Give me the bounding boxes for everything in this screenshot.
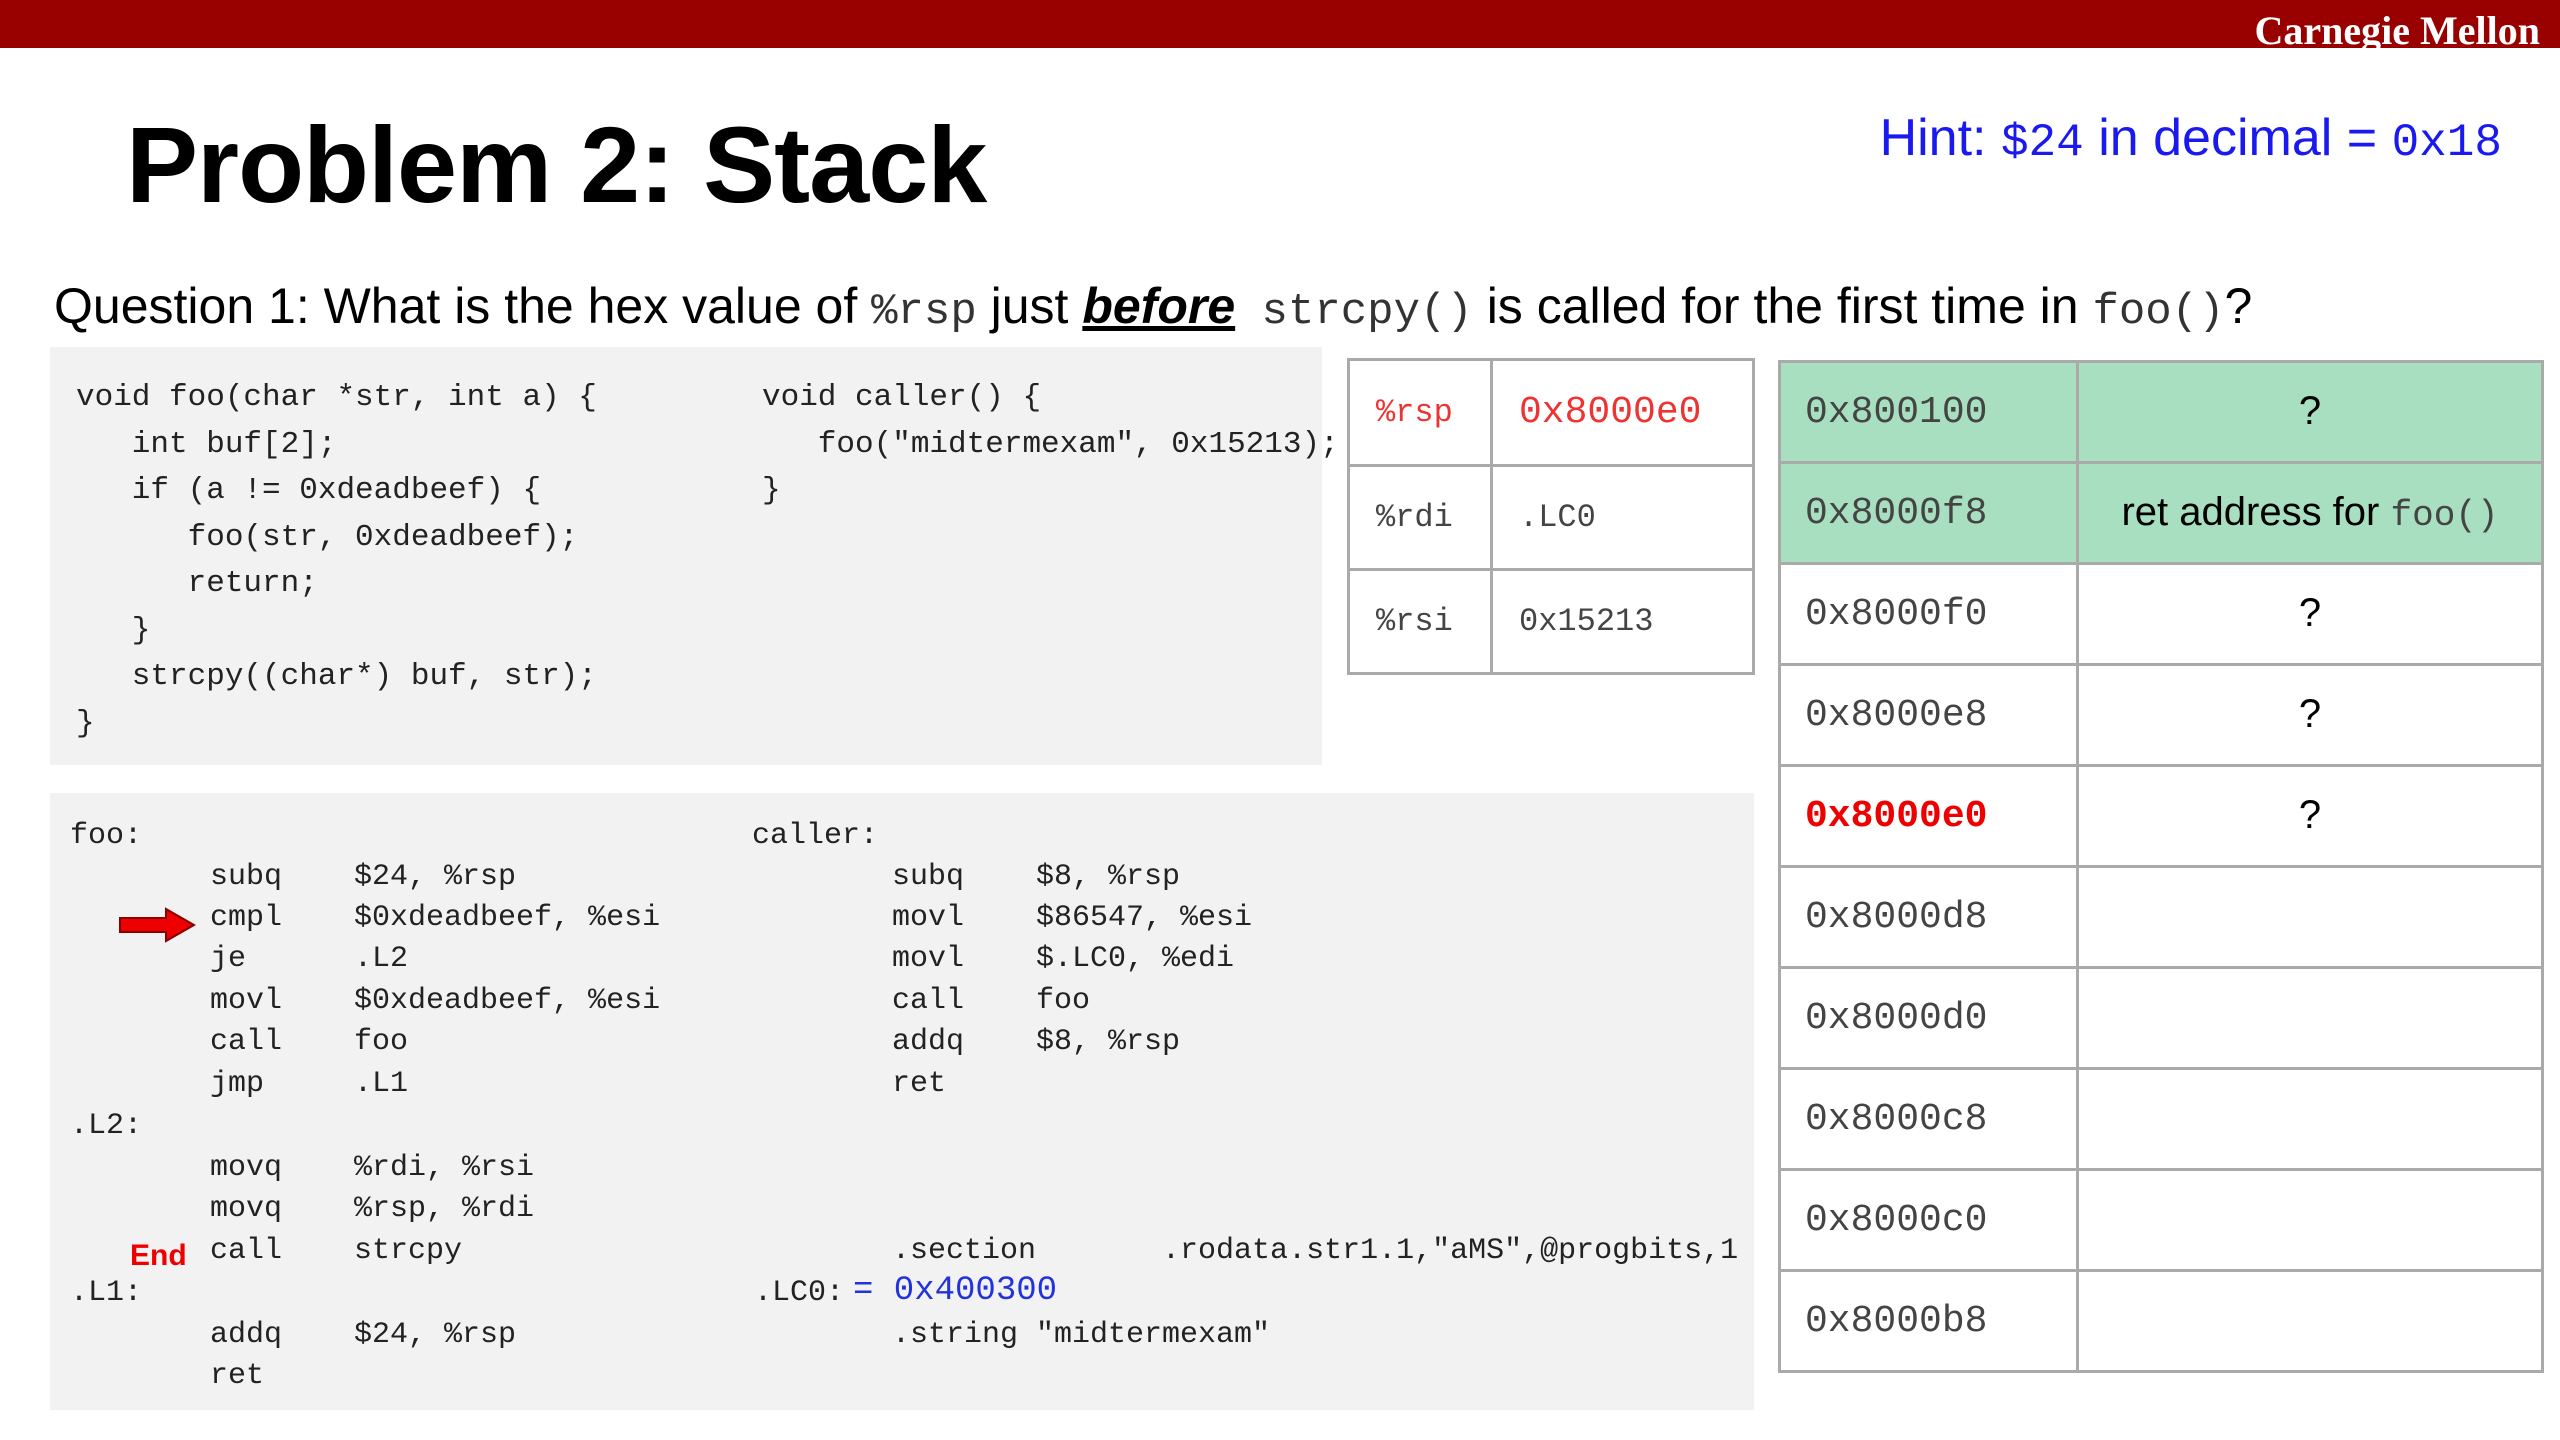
register-name: %rsi	[1347, 568, 1493, 675]
question-part-4: ?	[2224, 278, 2253, 334]
question-part-1: Question 1: What is the hex value of	[54, 278, 872, 334]
stack-value: ?	[2076, 562, 2544, 666]
question-func-strcpy: strcpy()	[1235, 287, 1473, 337]
stack-address: 0x8000d0	[1778, 966, 2079, 1070]
stack-address-current: 0x8000e0	[1778, 764, 2079, 868]
asm-line: ret	[210, 1359, 265, 1393]
hint-prefix: Hint:	[1879, 109, 2001, 167]
register-name: %rdi	[1347, 464, 1493, 571]
stack-row: 0x8000c8	[1778, 1067, 2544, 1171]
asm-label-l1: .L1:	[70, 1276, 143, 1310]
header-bar: Carnegie Mellon	[0, 0, 2560, 52]
stack-value: ret address for foo()	[2076, 461, 2544, 565]
stack-address: 0x8000f0	[1778, 562, 2079, 666]
register-table: %rsp 0x8000e0 %rdi .LC0 %rsi 0x15213	[1347, 358, 1755, 675]
stack-address: 0x8000b8	[1778, 1269, 2079, 1373]
hint-text: Hint: $24 in decimal = 0x18	[1880, 108, 2502, 173]
question-func-foo: foo()	[2092, 287, 2225, 337]
asm-label-lc0: .LC0:	[754, 1276, 845, 1310]
register-row: %rsp 0x8000e0	[1347, 358, 1755, 467]
register-value: 0x15213	[1490, 568, 1755, 675]
asm-line: addq $8, %rsp	[892, 1025, 1181, 1059]
stack-row: 0x8000b8	[1778, 1269, 2544, 1373]
c-code-foo: void foo(char *str, int a) { int buf[2];…	[76, 380, 597, 741]
arrow-right-icon	[119, 907, 196, 943]
slide-title: Problem 2: Stack	[126, 104, 987, 225]
stack-value	[2076, 865, 2544, 969]
register-value: 0x8000e0	[1490, 358, 1755, 467]
asm-line: call foo	[210, 1025, 409, 1059]
stack-value	[2076, 1168, 2544, 1272]
asm-line: addq $24, %rsp	[210, 1318, 517, 1352]
stack-value	[2076, 966, 2544, 1070]
asm-line: jmp .L1	[210, 1067, 409, 1101]
asm-line: je .L2	[210, 942, 409, 976]
register-name: %rsp	[1347, 358, 1493, 467]
stack-value	[2076, 1269, 2544, 1373]
stack-row: 0x8000e8 ?	[1778, 663, 2544, 767]
end-marker: End	[130, 1239, 187, 1272]
asm-line: call foo	[892, 984, 1091, 1018]
stack-row: 0x8000e0 ?	[1778, 764, 2544, 868]
hint-middle: in decimal =	[2083, 109, 2392, 167]
register-row: %rdi .LC0	[1347, 464, 1755, 571]
asm-line: call strcpy	[210, 1234, 463, 1268]
asm-label-foo: foo:	[70, 819, 143, 853]
asm-string-line: .string "midtermexam"	[892, 1318, 1271, 1352]
stack-value: ?	[2076, 663, 2544, 767]
hint-hex-code: 0x18	[2391, 117, 2502, 169]
asm-label-caller: caller:	[752, 819, 879, 853]
register-value: .LC0	[1490, 464, 1755, 571]
c-code-caller: void caller() { foo("midtermexam", 0x152…	[762, 380, 1339, 508]
stack-row: 0x8000f0 ?	[1778, 562, 2544, 666]
stack-address: 0x8000f8	[1778, 461, 2079, 565]
stack-address: 0x8000e8	[1778, 663, 2079, 767]
question-reg: %rsp	[871, 287, 977, 337]
asm-line: movl $86547, %esi	[892, 901, 1253, 935]
stack-row: 0x800100 ?	[1778, 360, 2544, 464]
question-part-3: is called for the first time in	[1472, 278, 2093, 334]
asm-line: movl $.LC0, %edi	[892, 942, 1235, 976]
stack-value	[2076, 1067, 2544, 1171]
stack-address: 0x8000d8	[1778, 865, 2079, 969]
question-emphasis: before	[1082, 278, 1236, 334]
asm-line: cmpl $0xdeadbeef, %esi	[210, 901, 661, 935]
stack-address: 0x8000c8	[1778, 1067, 2079, 1171]
stack-address: 0x8000c0	[1778, 1168, 2079, 1272]
stack-value: ?	[2076, 360, 2544, 464]
stack-row: 0x8000f8 ret address for foo()	[1778, 461, 2544, 565]
asm-line: movl $0xdeadbeef, %esi	[210, 984, 661, 1018]
brand-logo: Carnegie Mellon	[2254, 8, 2541, 53]
stack-table: 0x800100 ? 0x8000f8 ret address for foo(…	[1778, 360, 2544, 1373]
stack-row: 0x8000d0	[1778, 966, 2544, 1070]
register-row: %rsi 0x15213	[1347, 568, 1755, 675]
asm-line: ret	[892, 1067, 947, 1101]
question-part-2: just	[976, 278, 1083, 334]
stack-row: 0x8000c0	[1778, 1168, 2544, 1272]
asm-line: movq %rdi, %rsi	[210, 1151, 535, 1185]
stack-value: ?	[2076, 764, 2544, 868]
asm-line: subq $24, %rsp	[210, 860, 517, 894]
stack-row: 0x8000d8	[1778, 865, 2544, 969]
hint-value-code: $24	[2000, 117, 2084, 169]
asm-section-line: .section .rodata.str1.1,"aMS",@progbits,…	[892, 1234, 1739, 1268]
asm-label-l2: .L2:	[70, 1109, 143, 1143]
question-text: Question 1: What is the hex value of %rs…	[54, 274, 2252, 344]
lc0-address: = 0x400300	[853, 1272, 1058, 1310]
asm-line: subq $8, %rsp	[892, 860, 1181, 894]
stack-address: 0x800100	[1778, 360, 2079, 464]
asm-line: movq %rsp, %rdi	[210, 1192, 535, 1226]
